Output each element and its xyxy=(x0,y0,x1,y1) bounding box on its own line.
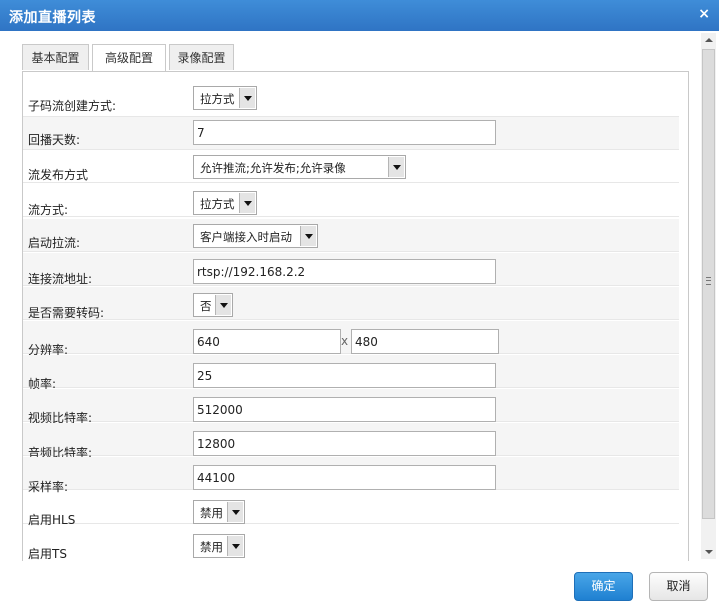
substream-mode-label: 子码流创建方式: xyxy=(28,99,117,113)
ts-value: 禁用 xyxy=(200,540,223,554)
playback-days-input[interactable] xyxy=(193,120,496,145)
sample-rate-input[interactable] xyxy=(193,465,496,490)
playback-days-label: 回播天数: xyxy=(28,133,81,147)
substream-mode-value: 拉方式 xyxy=(200,92,235,106)
tab-recording-config[interactable]: 录像配置 xyxy=(169,44,234,70)
substream-mode-select[interactable]: 拉方式 xyxy=(193,86,257,110)
form-row-sample-rate: 采样率: xyxy=(23,457,679,494)
start-pull-select[interactable]: 客户端接入时启动 xyxy=(193,224,318,248)
grip-icon xyxy=(706,277,711,285)
vertical-scrollbar[interactable] xyxy=(701,33,716,559)
hls-value: 禁用 xyxy=(200,506,223,520)
chevron-down-icon xyxy=(215,295,231,315)
form-row-stream-url: 连接流地址: xyxy=(23,253,679,286)
form-row-resolution: 分辨率: x xyxy=(23,321,679,357)
form-row-framerate: 帧率: xyxy=(23,355,679,391)
ts-select[interactable]: 禁用 xyxy=(193,534,245,558)
chevron-down-icon xyxy=(227,502,243,522)
form-row-publish-mode: 流发布方式 允许推流;允许发布;允许录像 xyxy=(23,150,679,183)
confirm-button[interactable]: 确定 xyxy=(574,572,633,601)
chevron-down-icon xyxy=(300,226,316,246)
ts-label: 启用TS xyxy=(28,547,67,561)
stream-mode-label: 流方式: xyxy=(28,203,69,217)
form-row-stream-mode: 流方式: 拉方式 xyxy=(23,184,679,217)
tab-basic-config[interactable]: 基本配置 xyxy=(22,44,89,70)
transcode-select[interactable]: 否 xyxy=(193,293,233,317)
close-icon[interactable]: × xyxy=(698,6,710,22)
form-row-substream-mode: 子码流创建方式: 拉方式 xyxy=(23,84,679,117)
resolution-separator: x xyxy=(341,334,349,348)
video-bitrate-input[interactable] xyxy=(193,397,496,422)
chevron-down-icon xyxy=(388,157,404,177)
framerate-input[interactable] xyxy=(193,363,496,388)
form-row-start-pull: 启动拉流: 客户端接入时启动 xyxy=(23,219,679,252)
audio-bitrate-input[interactable] xyxy=(193,431,496,456)
advanced-config-panel: 子码流创建方式: 拉方式 回播天数: 流发布方式 允许推流;允许发布;允许录像 … xyxy=(22,71,689,561)
dialog-title: 添加直播列表 xyxy=(9,10,96,26)
dialog-titlebar: 添加直播列表 × xyxy=(0,0,719,31)
stream-url-label: 连接流地址: xyxy=(28,272,93,286)
stream-url-input[interactable] xyxy=(193,259,496,284)
scroll-down-icon[interactable] xyxy=(701,544,716,559)
chevron-down-icon xyxy=(239,88,255,108)
stream-mode-select[interactable]: 拉方式 xyxy=(193,191,257,215)
form-row-video-bitrate: 视频比特率: xyxy=(23,389,679,425)
start-pull-value: 客户端接入时启动 xyxy=(200,230,292,244)
start-pull-label: 启动拉流: xyxy=(28,236,81,250)
publish-mode-select[interactable]: 允许推流;允许发布;允许录像 xyxy=(193,155,406,179)
tab-advanced-config[interactable]: 高级配置 xyxy=(92,44,166,72)
resolution-height-input[interactable] xyxy=(351,329,499,354)
transcode-value: 否 xyxy=(200,299,212,313)
resolution-width-input[interactable] xyxy=(193,329,341,354)
chevron-down-icon xyxy=(227,536,243,556)
form-row-audio-bitrate: 音频比特率: xyxy=(23,423,679,460)
form-row-playback-days: 回播天数: xyxy=(23,117,679,150)
hls-select[interactable]: 禁用 xyxy=(193,500,245,524)
scroll-up-icon[interactable] xyxy=(701,33,716,48)
scrollbar-thumb[interactable] xyxy=(702,49,715,519)
publish-mode-value: 允许推流;允许发布;允许录像 xyxy=(200,161,346,175)
form-row-transcode: 是否需要转码: 否 xyxy=(23,287,679,320)
form-row-hls: 启用HLS 禁用 xyxy=(23,491,679,527)
transcode-label: 是否需要转码: xyxy=(28,306,105,320)
cancel-button[interactable]: 取消 xyxy=(649,572,708,601)
chevron-down-icon xyxy=(239,193,255,213)
publish-mode-label: 流发布方式 xyxy=(28,168,89,182)
stream-mode-value: 拉方式 xyxy=(200,197,235,211)
form-row-ts: 启用TS 禁用 xyxy=(23,525,679,561)
